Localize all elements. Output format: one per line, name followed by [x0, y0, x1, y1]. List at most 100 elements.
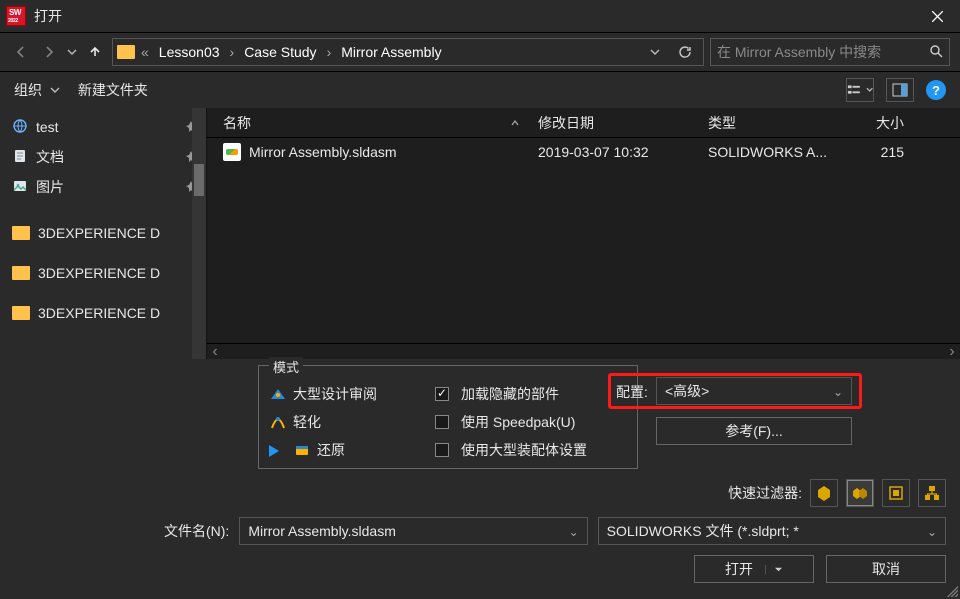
column-headers[interactable]: 名称 修改日期 类型 大小 — [207, 108, 960, 138]
picture-icon — [12, 178, 28, 197]
sidebar-scrollbar[interactable] — [192, 108, 206, 359]
filename-value: Mirror Assembly.sldasm — [248, 523, 396, 539]
folder-icon — [12, 266, 30, 280]
nav-forward[interactable] — [38, 41, 60, 63]
open-dialog: 打开 « Lesson03 › Case Study › Mirror Asse… — [0, 0, 960, 599]
assembly-file-icon — [223, 143, 241, 161]
breadcrumb-0[interactable]: Lesson03 — [155, 44, 224, 60]
sidebar-item-3dexp-1[interactable]: 3DEXPERIENCE D — [12, 258, 206, 288]
cancel-button[interactable]: 取消 — [826, 555, 946, 583]
view-options-button[interactable] — [846, 78, 874, 102]
search-icon — [929, 44, 943, 61]
nav-back[interactable] — [10, 41, 32, 63]
filter-drawings-button[interactable] — [882, 479, 910, 507]
address-dropdown[interactable] — [641, 38, 669, 66]
filename-row: 文件名(N): Mirror Assembly.sldasm ⌄ SOLIDWO… — [0, 517, 960, 545]
check-load-hidden[interactable]: 加载隐藏的部件 — [435, 380, 587, 408]
sidebar-item-label: 3DEXPERIENCE D — [38, 265, 160, 281]
file-date: 2019-03-07 10:32 — [538, 144, 708, 160]
sidebar-item-3dexp-2[interactable]: 3DEXPERIENCE D — [12, 298, 206, 328]
sidebar-item-pictures[interactable]: 图片 — [12, 172, 206, 202]
dialog-actions: 打开 取消 — [694, 555, 946, 583]
chevron-down-icon: ⌄ — [569, 525, 579, 539]
close-button[interactable] — [914, 0, 960, 32]
filetype-select[interactable]: SOLIDWORKS 文件 (*.sldprt; * ⌄ — [598, 517, 946, 545]
config-value: <高级> — [665, 381, 709, 401]
quick-filter: 快速过滤器: — [728, 479, 946, 507]
sort-indicator-icon — [510, 115, 520, 131]
col-date[interactable]: 修改日期 — [538, 113, 708, 133]
open-button[interactable]: 打开 — [694, 555, 814, 583]
col-size[interactable]: 大小 — [858, 113, 918, 133]
config-area: 配置: <高级> ⌄ 参考(F)... — [656, 377, 852, 445]
breadcrumb-2[interactable]: Mirror Assembly — [337, 44, 445, 60]
window-title: 打开 — [34, 6, 62, 26]
sidebar-item-label: 3DEXPERIENCE D — [38, 225, 160, 241]
sidebar-item-label: 图片 — [36, 177, 64, 197]
check-large-asm[interactable]: 使用大型装配体设置 — [435, 436, 587, 464]
filename-label: 文件名(N): — [164, 521, 229, 541]
horizontal-scrollbar[interactable]: ‹ › — [207, 343, 960, 359]
file-list: 名称 修改日期 类型 大小 Mirror Assembly.sldasm 201… — [207, 108, 960, 359]
mode-large-design[interactable]: 大型设计审阅 — [269, 380, 429, 408]
check-speedpak[interactable]: 使用 Speedpak(U) — [435, 408, 587, 436]
chevron-down-icon: ⌄ — [833, 385, 843, 399]
scroll-right-icon[interactable]: › — [944, 343, 960, 361]
breadcrumb-prefix: « — [137, 44, 153, 60]
app-icon — [6, 6, 26, 26]
sidebar-item-label: 3DEXPERIENCE D — [38, 305, 160, 321]
lightweight-icon — [269, 413, 287, 431]
filetype-value: SOLIDWORKS 文件 (*.sldprt; * — [607, 521, 799, 541]
search-input[interactable]: 在 Mirror Assembly 中搜索 — [710, 38, 950, 66]
resolved-icon — [293, 441, 311, 459]
address-bar[interactable]: « Lesson03 › Case Study › Mirror Assembl… — [112, 38, 704, 66]
filter-toplevel-button[interactable] — [918, 479, 946, 507]
document-icon — [12, 148, 28, 167]
file-name: Mirror Assembly.sldasm — [249, 144, 538, 160]
search-placeholder: 在 Mirror Assembly 中搜索 — [717, 42, 881, 62]
options-panel: 模式 大型设计审阅 轻化 — [0, 359, 960, 599]
col-name[interactable]: 名称 — [223, 113, 251, 133]
col-type[interactable]: 类型 — [708, 113, 858, 133]
resize-grip[interactable] — [944, 583, 958, 597]
filter-parts-button[interactable] — [810, 479, 838, 507]
filename-input[interactable]: Mirror Assembly.sldasm ⌄ — [239, 517, 587, 545]
references-button[interactable]: 参考(F)... — [656, 417, 852, 445]
mode-lightweight[interactable]: 轻化 — [269, 408, 429, 436]
mode-resolved[interactable]: 还原 — [269, 436, 429, 464]
folder-icon — [12, 306, 30, 320]
sidebar-item-label: test — [36, 119, 59, 135]
sidebar-item-documents[interactable]: 文档 — [12, 142, 206, 172]
config-label: 配置: — [616, 382, 648, 402]
large-design-icon — [269, 385, 287, 403]
titlebar: 打开 — [0, 0, 960, 32]
nav-history-drop[interactable] — [66, 47, 78, 57]
config-select[interactable]: <高级> ⌄ — [656, 377, 852, 405]
new-folder-button[interactable]: 新建文件夹 — [78, 80, 148, 100]
refresh-button[interactable] — [671, 38, 699, 66]
file-size: 215 — [858, 144, 918, 160]
preview-pane-button[interactable] — [886, 78, 914, 102]
filter-assemblies-button[interactable] — [846, 479, 874, 507]
file-type: SOLIDWORKS A... — [708, 144, 858, 160]
nav-up[interactable] — [84, 41, 106, 63]
open-split-dropdown[interactable] — [765, 565, 783, 574]
help-button[interactable]: ? — [926, 80, 946, 100]
globe-icon — [12, 118, 28, 137]
sidebar: test 文档 图片 — [0, 108, 207, 359]
folder-icon — [12, 226, 30, 240]
folder-icon — [117, 45, 135, 59]
sidebar-item-label: 文档 — [36, 147, 64, 167]
breadcrumb-1[interactable]: Case Study — [240, 44, 320, 60]
sidebar-item-3dexp-0[interactable]: 3DEXPERIENCE D — [12, 218, 206, 248]
mode-groupbox: 模式 大型设计审阅 轻化 — [258, 365, 638, 469]
sidebar-item-test[interactable]: test — [12, 112, 206, 142]
checkbox-icon — [435, 443, 449, 457]
mode-legend: 模式 — [269, 357, 303, 376]
quick-filter-label: 快速过滤器: — [728, 483, 802, 503]
selected-arrow-icon — [269, 443, 283, 457]
checkbox-icon — [435, 415, 449, 429]
organize-menu[interactable]: 组织 — [14, 80, 60, 100]
scroll-left-icon[interactable]: ‹ — [207, 343, 223, 361]
file-row[interactable]: Mirror Assembly.sldasm 2019-03-07 10:32 … — [207, 138, 960, 166]
